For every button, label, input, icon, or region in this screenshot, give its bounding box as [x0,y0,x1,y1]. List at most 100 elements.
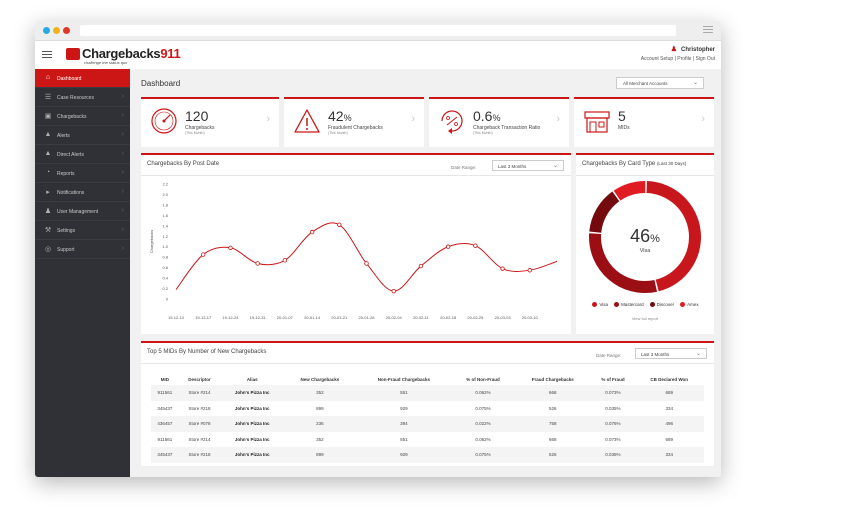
sidebar-item-chargebacks[interactable]: ▣ Chargebacks › [35,107,130,126]
sidebar-item-label: Dashboard [57,76,82,82]
browser-window: Chargebacks911 challenge the status quo … [35,21,721,477]
date-range-label: Date Range: [596,353,622,358]
sidebar-item-case-resources[interactable]: ☰ Case Resources › [35,88,130,107]
chart-point[interactable] [527,268,532,273]
table-cell: 758 [513,416,592,432]
kpi-card-ratio[interactable]: 0.6% Chargeback Transaction Ratio (This … [429,97,569,147]
table-row[interactable]: 345437 Store #218 John's Pizza Inc 899 929 0.… [151,401,704,417]
sidebar-item-direct-alerts[interactable]: ▲ Direct Alerts › [35,145,130,164]
chevron-right-icon: › [121,169,124,176]
table-cell: 911561 [157,436,173,442]
table-header-cell[interactable]: Alias [220,373,284,385]
legend-item-visa[interactable]: Visa [592,302,608,307]
table-cell: 911561 [151,385,179,401]
date-range-value: Last 3 Months [498,164,527,169]
table-cell: Store #218 [188,405,211,411]
account-links[interactable]: Account Setup | Profile | Sign Out [641,56,715,62]
sidebar-item-settings[interactable]: ⚒ Settings › [35,221,130,240]
x-tick-label: 20-03-10 [522,315,539,320]
chart-point[interactable] [255,261,260,266]
chart-point[interactable] [473,243,478,248]
kpi-card-chargebacks[interactable]: 120 Chargebacks (This Month) › [141,97,279,147]
x-tick-label: 19-12-24 [222,315,239,320]
chart-point[interactable] [500,266,505,271]
table-header-cell[interactable]: Fraud Chargebacks [514,373,592,385]
donut-center-unit: % [650,233,660,245]
chart-point[interactable] [309,229,315,235]
storefront-icon [584,111,610,133]
x-tick-label: 20-01-28 [358,315,375,320]
table-header-cell[interactable]: % of Non-Fraud [452,373,514,385]
table-cell: 352 [316,436,324,442]
chart-point[interactable] [337,222,342,227]
chart-point[interactable] [445,244,451,249]
chevron-right-icon: › [121,245,124,252]
chart-point[interactable] [364,261,369,266]
table-cell: 0.075% [475,405,491,411]
table-cell: 551 [400,436,408,442]
table-cell: John's Pizza Inc [234,436,270,442]
date-range-select[interactable]: Last 3 Months ⌄ [635,348,707,359]
kpi-card-mids[interactable]: 5 MIDs › [574,97,714,147]
mids-table-card: Top 5 MIDs By Number of New Chargebacks … [141,341,714,466]
y-tick-label: 0 [166,297,169,302]
table-header-cell[interactable]: New Chargebacks [284,373,356,385]
donut-slice-amex[interactable] [613,181,646,201]
browser-chrome [35,21,721,41]
kpi-card-fraudulent[interactable]: 42% Fraudulent Chargebacks (This Month) … [284,97,424,147]
legend-item-amex[interactable]: Amex [680,302,699,307]
y-axis-label: Chargebacks [149,230,154,254]
chart-point[interactable] [418,263,424,269]
chart-point[interactable] [228,245,233,250]
date-range-select[interactable]: Last 3 Months ⌄ [492,160,564,171]
legend-item-discover[interactable]: Discover [649,302,674,307]
sidebar-item-label: Chargebacks [57,114,87,120]
x-tick-label: 20-03-03 [495,315,512,320]
legend-item-mastercard[interactable]: Mastercard [614,302,644,307]
sidebar-item-notifications[interactable]: ▸ Notifications › [35,183,130,202]
speedometer-icon [151,108,177,134]
y-tick-label: 0.2 [162,286,168,291]
table-row[interactable]: 911561 Store #214 John's Pizza Inc 352 551 0.… [151,432,704,448]
chart-point[interactable] [201,252,206,257]
table-cell: 0.022% [452,416,514,432]
merchant-account-select[interactable]: All Merchant Accounts ⌄ [616,77,704,89]
sidebar-item-reports[interactable]: ◔ Reports › [35,164,130,183]
sidebar-item-alerts[interactable]: ▲ Alerts › [35,126,130,145]
table-row[interactable]: 911561 Store #214 John's Pizza Inc 352 551 0.… [151,385,704,401]
legend-label: Amex [687,302,699,307]
address-bar[interactable] [80,25,676,36]
table-header-cell[interactable]: CB Declared Won [634,373,704,385]
user-name[interactable]: Christopher [681,47,715,53]
table-cell: 0.062% [475,436,491,442]
x-tick-label: 20-02-11 [413,315,429,320]
table-header-cell[interactable]: % of Fraud [591,373,634,385]
x-tick-label: 20-02-18 [440,315,457,320]
sidebar-item-support[interactable]: ◎ Support › [35,240,130,259]
table-cell: 689 [665,436,673,442]
table-row[interactable]: 345437 Store #218 John's Pizza Inc 899 929 0.… [151,447,704,463]
pie-chart-icon: ◔ [45,169,51,176]
chevron-right-icon: › [701,113,705,125]
table-cell: Store #214 [188,436,211,442]
sidebar-item-dashboard[interactable]: ⌂ Dashboard [35,69,130,88]
table-header-cell[interactable]: Descriptor [179,373,221,385]
kpi-value: 42% [328,108,352,124]
sidebar-item-user-management[interactable]: ♟ User Management › [35,202,130,221]
view-full-report-link[interactable]: View full report [576,316,714,321]
donut-center: 46% Visa [576,226,714,254]
browser-menu-icon[interactable] [703,26,713,35]
kpi-period: (This Month) [328,131,348,135]
table-row[interactable]: 436457 Store #078 John's Pizza Inc 236 394 0.… [151,416,704,432]
hamburger-menu-icon[interactable] [42,51,52,60]
table-cell: John's Pizza Inc [220,385,285,401]
brand-name: Chargebacks [82,46,161,61]
table-cell: 394 [355,416,453,432]
legend-swatch [680,302,686,307]
table-header-cell[interactable]: Non-Fraud Chargebacks [356,373,452,385]
chart-point[interactable] [282,258,288,263]
chart-point[interactable] [391,288,396,294]
sidebar-item-label: Notifications [57,190,85,196]
legend-swatch [614,302,620,307]
table-header-cell[interactable]: MID [151,373,179,385]
